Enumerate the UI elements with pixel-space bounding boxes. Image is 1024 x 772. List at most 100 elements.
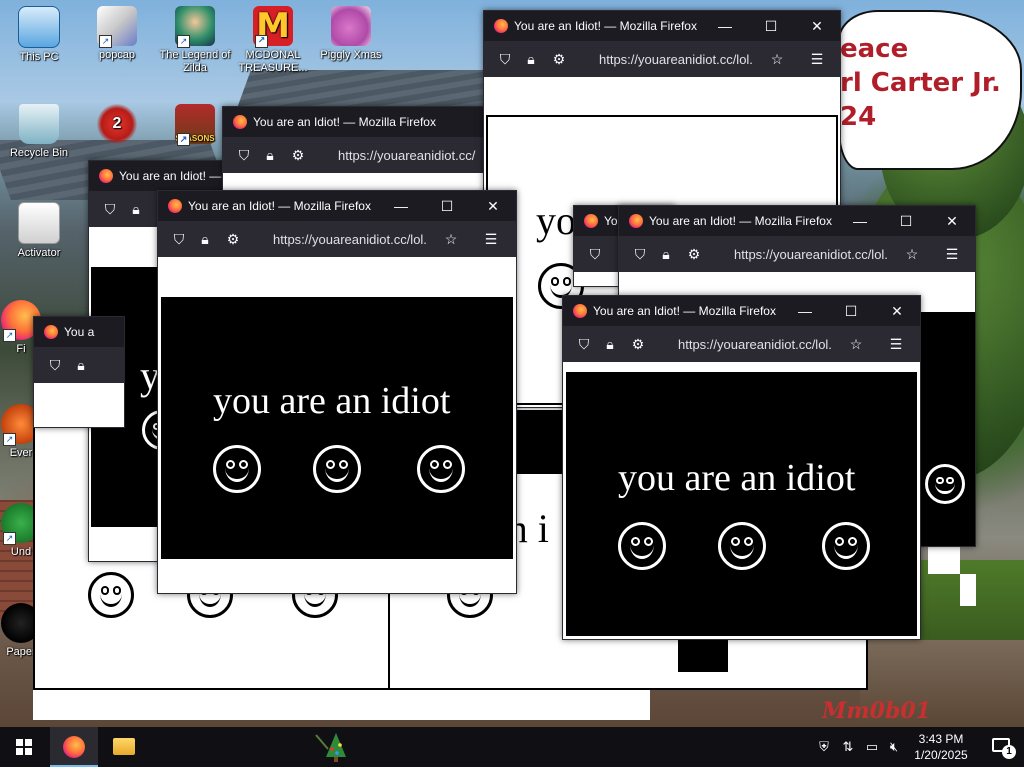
lock-icon[interactable]: 🔒︎ [522, 50, 540, 68]
firefox-icon [584, 214, 598, 228]
url-text[interactable]: https://youareanidiot.cc/lol. [678, 337, 843, 352]
navigation-toolbar: ⛉ 🔒︎ ⚙ https://youareanidiot.cc/lol. ☆ ☰ [619, 236, 975, 272]
window-titlebar[interactable]: You are an Idiot! — Mozilla Firefox [223, 107, 487, 137]
lock-icon[interactable]: 🔒︎ [127, 200, 145, 218]
smiley-icon [618, 522, 666, 570]
taskbar-file-explorer-button[interactable] [100, 727, 148, 767]
volume-muted-icon[interactable]: 🔇︎ [886, 739, 902, 755]
shield-icon[interactable]: ⛉ [496, 50, 514, 68]
window-titlebar[interactable]: You are an Idiot! — Mozilla Firefox — ☐ … [484, 11, 840, 41]
taskbar-firefox-button[interactable] [50, 727, 98, 767]
window-titlebar[interactable]: You a [34, 317, 124, 347]
lock-icon[interactable]: 🔒︎ [261, 146, 279, 164]
recycle-bin-icon [19, 104, 59, 144]
menu-icon[interactable]: ☰ [482, 230, 500, 248]
menu-icon[interactable]: ☰ [808, 50, 826, 68]
window-titlebar[interactable]: You are an Idiot! — Mozilla Firefox — ☐ … [158, 191, 516, 221]
desktop-icon-this-pc[interactable]: This PC [2, 6, 76, 64]
window-title: You are an Idiot! — Mozilla Firefox [514, 19, 697, 33]
shield-icon[interactable]: ⛉ [46, 356, 64, 374]
permissions-icon[interactable]: ⚙ [685, 245, 703, 263]
firefox-icon [44, 325, 58, 339]
piggy-icon [331, 6, 371, 46]
maximize-button[interactable]: ☐ [828, 296, 874, 326]
desktop-icon-recycle-bin[interactable]: Recycle Bin [2, 104, 76, 160]
firefox-window[interactable]: You are an Idiot! — Mozilla Firefox ⛉ 🔒︎… [222, 106, 488, 198]
desktop-icon-activator[interactable]: Activator [2, 202, 76, 260]
file-explorer-icon [113, 738, 135, 755]
desktop-icon-label: Und [10, 546, 32, 558]
minimize-button[interactable]: — [378, 191, 424, 221]
shield-icon[interactable]: ⛉ [586, 245, 604, 263]
shield-icon[interactable]: ⛉ [101, 200, 119, 218]
desktop-icon-legend-of-zilda[interactable]: ↗ The Legend of Zilda [158, 6, 232, 75]
permissions-icon[interactable]: ⚙ [629, 335, 647, 353]
clock[interactable]: 3:43 PM 1/20/2025 [906, 731, 976, 763]
maximize-button[interactable]: ☐ [748, 11, 794, 41]
network-icon[interactable]: ▭ [864, 739, 880, 755]
shield-icon[interactable]: ⛉ [170, 230, 188, 248]
permissions-icon[interactable]: ⚙ [550, 50, 568, 68]
minimize-button[interactable]: — [702, 11, 748, 41]
taskbar-christmas-tree-button[interactable] [310, 727, 358, 767]
permissions-icon[interactable]: ⚙ [224, 230, 242, 248]
close-button[interactable]: ✕ [794, 11, 840, 41]
shield-icon[interactable]: ⛉ [575, 335, 593, 353]
maximize-button[interactable]: ☐ [883, 206, 929, 236]
window-titlebar[interactable]: You are an Idiot! — Mozilla Firefox — ☐ … [619, 206, 975, 236]
minimize-button[interactable]: — [782, 296, 828, 326]
url-text[interactable]: https://youareanidiot.cc/ [338, 148, 487, 163]
desktop-icon-angry-birds-seasons[interactable]: SEASONS ↗ [158, 104, 232, 147]
menu-icon[interactable]: ☰ [943, 245, 961, 263]
lock-icon[interactable]: 🔒︎ [657, 245, 675, 263]
notification-count: 1 [1002, 745, 1016, 759]
firefox-icon [494, 19, 508, 33]
navigation-toolbar: ⛉ 🔒︎ ⚙ https://youareanidiot.cc/ [223, 137, 487, 173]
lock-icon[interactable]: 🔒︎ [196, 230, 214, 248]
firefox-window[interactable]: You are an Idiot! — Mozilla Firefox — ☐ … [562, 295, 921, 640]
start-button[interactable] [0, 727, 48, 767]
smiley-icon [213, 445, 261, 493]
mcdonalds-icon: M ↗ [253, 6, 293, 48]
firefox-window[interactable]: You are an Idiot! — Mozilla Firefox — ☐ … [157, 190, 517, 594]
navigation-toolbar: ⛉ 🔒︎ ⚙ https://youareanidiot.cc/lol. ☆ ☰ [158, 221, 516, 257]
maximize-button[interactable]: ☐ [424, 191, 470, 221]
shield-icon[interactable]: ⛉ [631, 245, 649, 263]
menu-icon[interactable]: ☰ [887, 335, 905, 353]
window-title: You are an Idiot! — Mozilla Firefox [649, 214, 832, 228]
desktop-icon-label: This PC [19, 51, 59, 63]
desktop-icon-mcdonalds[interactable]: M ↗ MCDONAL TREASURE... [236, 6, 310, 75]
desktop-icon-label: Recycle Bin [9, 147, 69, 159]
computer-icon [18, 6, 60, 48]
close-button[interactable]: ✕ [470, 191, 516, 221]
close-button[interactable]: ✕ [874, 296, 920, 326]
shortcut-arrow-icon: ↗ [177, 35, 190, 48]
permissions-icon[interactable]: ⚙ [289, 146, 307, 164]
bookmark-star-icon[interactable]: ☆ [847, 335, 865, 353]
desktop-icon-bird-game[interactable]: 2 [80, 104, 154, 147]
url-text[interactable]: https://youareanidiot.cc/lol. [599, 52, 764, 67]
network-activity-icon[interactable]: ⇅ [840, 739, 856, 755]
desktop-icon-label: Ever [9, 447, 33, 459]
desktop-icon-popcap[interactable]: ↗ popcap [80, 6, 154, 62]
lock-icon[interactable]: 🔒︎ [72, 356, 90, 374]
notification-center-button[interactable]: 1 [992, 737, 1016, 759]
banner-line: 24 [840, 102, 877, 132]
bookmark-star-icon[interactable]: ☆ [768, 50, 786, 68]
security-icon[interactable]: ⛨ [816, 739, 832, 755]
url-text[interactable]: https://youareanidiot.cc/lol. [734, 247, 899, 262]
lock-icon[interactable]: 🔒︎ [601, 335, 619, 353]
minimize-button[interactable]: — [837, 206, 883, 236]
close-button[interactable]: ✕ [929, 206, 975, 236]
desktop[interactable]: eace rl Carter Jr. 24 Mm0b01 This PC ↗ p… [0, 0, 1024, 727]
shield-icon[interactable]: ⛉ [235, 146, 253, 164]
bookmark-star-icon[interactable]: ☆ [442, 230, 460, 248]
firefox-icon [168, 199, 182, 213]
desktop-icon-label: Piggly Xmas [320, 49, 382, 61]
url-text[interactable]: https://youareanidiot.cc/lol. [273, 232, 438, 247]
bookmark-star-icon[interactable]: ☆ [903, 245, 921, 263]
window-titlebar[interactable]: You are an Idiot! — Mozilla Firefox — ☐ … [563, 296, 920, 326]
firefox-window[interactable]: You a ⛉ 🔒︎ [33, 316, 125, 428]
page-fragment [678, 640, 728, 672]
desktop-icon-piggly-xmas[interactable]: Piggly Xmas [314, 6, 388, 62]
